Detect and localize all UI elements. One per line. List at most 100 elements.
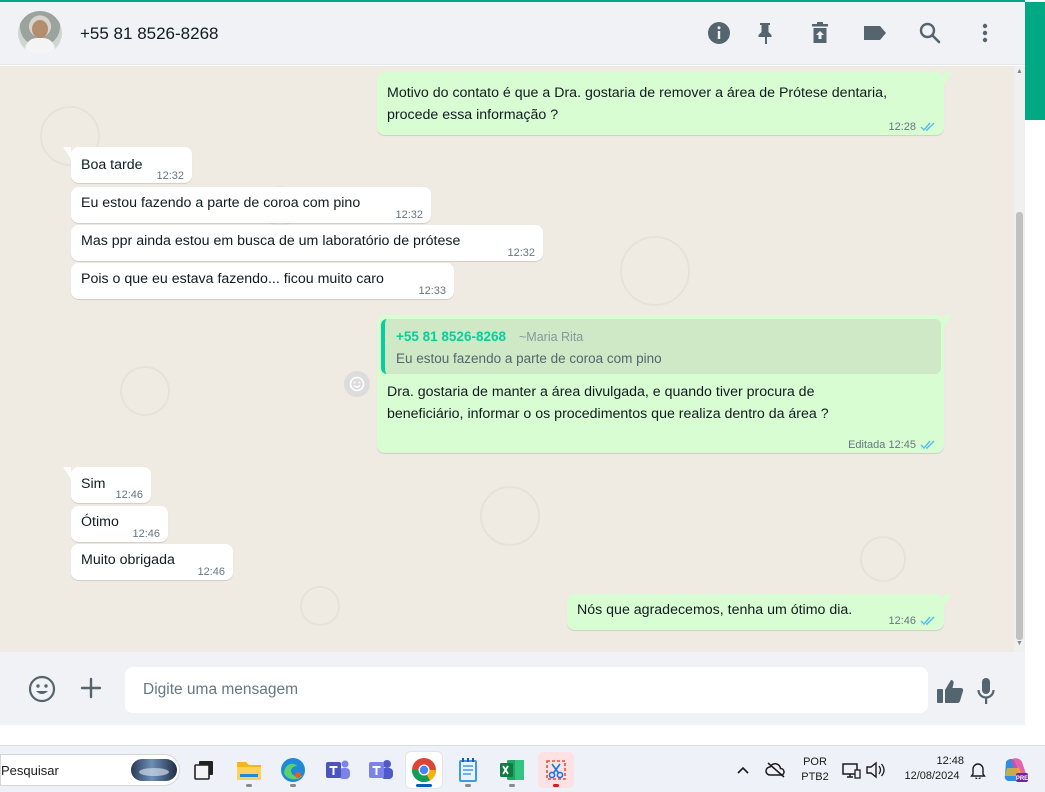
bubble-tail xyxy=(944,72,952,84)
smiley-icon xyxy=(349,376,365,392)
windows-taskbar: Pesquisar POR PTB2 12:48 12/08/2024 PRE xyxy=(0,745,1045,792)
excel-icon[interactable] xyxy=(494,752,530,788)
message-text: Boa tarde xyxy=(81,157,143,173)
label-icon[interactable] xyxy=(862,20,888,46)
incoming-message[interactable]: Mas ppr ainda estou em busca de um labor… xyxy=(71,225,543,261)
message-time-text: 12:46 xyxy=(888,615,916,627)
message-input[interactable] xyxy=(125,667,928,713)
message-text: Sim xyxy=(81,476,106,492)
attach-plus-icon[interactable] xyxy=(78,675,104,701)
incoming-message[interactable]: Eu estou fazendo a parte de coroa com pi… xyxy=(71,187,431,223)
pin-icon[interactable] xyxy=(752,20,778,46)
wallpaper-doodle xyxy=(120,366,170,416)
message-text: Motivo do contato é que a Dra. gostaria … xyxy=(387,85,888,101)
copilot-badge: PRE xyxy=(1016,776,1028,782)
bubble-tail xyxy=(944,594,952,606)
copilot-icon[interactable]: PRE xyxy=(998,752,1032,788)
menu-icon[interactable] xyxy=(972,20,998,46)
chat-scrollbar-thumb[interactable] xyxy=(1016,212,1023,640)
emoji-reaction-button[interactable] xyxy=(344,371,370,397)
taskbar-search-label: Pesquisar xyxy=(1,763,59,778)
clock-time: 12:48 xyxy=(936,755,964,767)
message-time-text: 12:28 xyxy=(888,121,916,133)
window-bottom-strip xyxy=(0,725,1045,745)
chat-header: +55 81 8526-8268 xyxy=(0,2,1025,65)
running-indicator xyxy=(246,784,252,787)
outgoing-message[interactable]: Motivo do contato é que a Dra. gostaria … xyxy=(377,72,952,138)
message-time: 12:46 xyxy=(888,611,936,632)
chrome-browser-icon[interactable] xyxy=(406,752,442,788)
system-clock[interactable]: 12:48 12/08/2024 xyxy=(896,754,968,784)
active-indicator xyxy=(416,784,432,787)
notifications-bell-icon[interactable] xyxy=(966,752,990,788)
volume-icon[interactable] xyxy=(862,752,888,788)
incoming-message[interactable]: Muito obrigada 12:46 xyxy=(71,544,233,580)
show-hidden-icons-chevron-icon[interactable] xyxy=(730,752,756,788)
scroll-down-arrow-icon[interactable]: ▼ xyxy=(1015,640,1024,647)
microphone-icon[interactable] xyxy=(973,676,999,706)
emoji-icon[interactable] xyxy=(27,674,57,704)
message-text: Mas ppr ainda estou em busca de um labor… xyxy=(81,233,461,249)
network-icon[interactable] xyxy=(838,752,864,788)
message-composer xyxy=(0,652,1025,725)
search-highlight-image[interactable] xyxy=(131,759,177,781)
message-text: Eu estou fazendo a parte de coroa com pi… xyxy=(81,195,361,211)
avatar-coat xyxy=(25,38,55,55)
running-indicator xyxy=(553,784,559,787)
language-line-2: PTB2 xyxy=(801,771,829,783)
message-time: 12:32 xyxy=(395,209,423,221)
task-view-icon[interactable] xyxy=(186,752,222,788)
quoted-message[interactable]: +55 81 8526-8268 ~Maria Rita Eu estou fa… xyxy=(381,319,941,374)
wallpaper-doodle xyxy=(300,586,340,626)
file-explorer-icon[interactable] xyxy=(231,752,267,788)
input-language-indicator[interactable]: POR PTB2 xyxy=(798,755,832,785)
message-text: beneficiário, informar o os procedimento… xyxy=(387,406,829,422)
scroll-up-arrow-icon[interactable]: ▲ xyxy=(1015,68,1024,75)
message-text: Dra. gostaria de manter a área divulgada… xyxy=(387,384,815,400)
read-ticks-icon xyxy=(920,616,935,626)
edge-browser-icon[interactable] xyxy=(275,752,311,788)
message-time: 12:33 xyxy=(418,285,446,297)
running-indicator xyxy=(509,784,515,787)
outgoing-message[interactable]: Nós que agradecemos, tenha um ótimo dia.… xyxy=(567,594,952,632)
snipping-tool-icon[interactable] xyxy=(538,752,574,788)
message-time: 12:46 xyxy=(115,489,143,501)
clock-date: 12/08/2024 xyxy=(904,770,960,782)
info-icon[interactable] xyxy=(706,20,732,46)
onedrive-offline-icon[interactable] xyxy=(762,752,790,788)
read-ticks-icon xyxy=(920,122,935,132)
wallpaper-doodle xyxy=(620,236,690,306)
message-text: Pois o que eu estava fazendo... ficou mu… xyxy=(81,271,384,287)
message-text: Muito obrigada xyxy=(81,552,175,568)
contact-name[interactable]: +55 81 8526-8268 xyxy=(80,24,219,44)
message-time: Editada 12:45 xyxy=(848,435,936,456)
message-text: Ótimo xyxy=(81,514,119,530)
incoming-message[interactable]: Boa tarde 12:32 xyxy=(63,147,192,183)
teams-work-icon[interactable] xyxy=(320,752,356,788)
bubble-tail xyxy=(63,467,71,479)
bubble-tail xyxy=(944,315,952,327)
outgoing-reply-message[interactable]: +55 81 8526-8268 ~Maria Rita Eu estou fa… xyxy=(377,315,952,456)
message-text: procede essa informação ? xyxy=(387,107,559,123)
incoming-message[interactable]: Sim 12:46 xyxy=(63,467,151,503)
notepad-icon[interactable] xyxy=(450,752,486,788)
quoted-text: Eu estou fazendo a parte de coroa com pi… xyxy=(396,351,662,366)
message-time: 12:28 xyxy=(888,117,936,138)
contact-avatar[interactable] xyxy=(18,11,62,55)
message-time: 12:46 xyxy=(132,528,160,540)
right-panel-accent xyxy=(1025,2,1045,120)
search-icon[interactable] xyxy=(917,20,943,46)
running-indicator xyxy=(290,784,296,787)
avatar-face xyxy=(32,20,48,38)
read-ticks-icon xyxy=(920,440,935,450)
message-time: 12:46 xyxy=(197,566,225,578)
teams-personal-icon[interactable] xyxy=(363,752,399,788)
incoming-message[interactable]: Ótimo 12:46 xyxy=(71,506,168,542)
taskbar-search-box[interactable]: Pesquisar xyxy=(0,754,180,786)
edited-label: Editada xyxy=(848,439,886,451)
message-time: 12:32 xyxy=(156,170,184,182)
delete-icon[interactable] xyxy=(807,20,833,46)
incoming-message[interactable]: Pois o que eu estava fazendo... ficou mu… xyxy=(71,263,454,299)
quoted-author: +55 81 8526-8268 xyxy=(396,329,506,344)
thumbs-up-icon[interactable] xyxy=(935,676,965,706)
